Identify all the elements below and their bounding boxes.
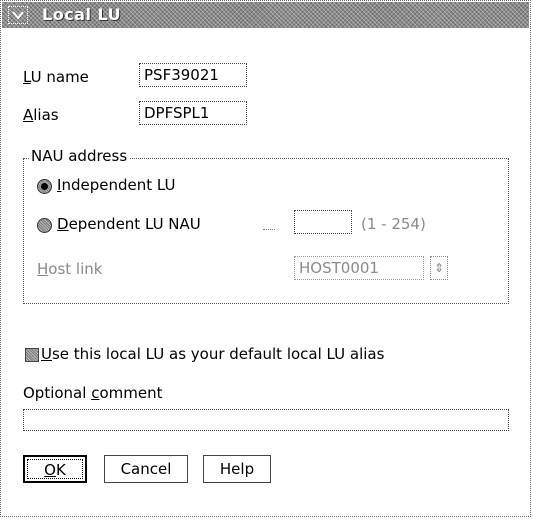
dependent-leader-dots xyxy=(263,229,275,231)
nau-address-group-title: NAU address xyxy=(29,147,130,165)
comment-label-rest: omment xyxy=(99,384,163,402)
ok-button[interactable]: OK xyxy=(23,455,87,483)
alias-mnemonic: A xyxy=(23,106,34,124)
default-lu-mnemonic: U xyxy=(41,345,52,363)
default-lu-label-rest: se this local LU as your default local L… xyxy=(51,345,385,363)
lu-name-label-rest: U name xyxy=(30,68,89,86)
dependent-label-rest: ependent LU NAU xyxy=(68,215,201,233)
system-menu-icon[interactable] xyxy=(8,6,28,24)
dependent-lu-nau-label[interactable]: Dependent LU NAU xyxy=(57,215,201,233)
local-lu-dialog: Local LU LU name PSF39021 Alias DPFSPL1 … xyxy=(0,0,531,517)
title-bar: Local LU xyxy=(2,2,529,28)
lu-name-label: LU name xyxy=(23,68,89,86)
cancel-button[interactable]: Cancel xyxy=(104,455,188,483)
lu-name-mnemonic: L xyxy=(23,68,31,86)
comment-label-prefix: Optional xyxy=(23,384,92,402)
independent-lu-radio[interactable] xyxy=(37,179,52,194)
nau-range-text: (1 - 254) xyxy=(361,215,426,233)
ok-mnemonic: O xyxy=(44,461,56,479)
alias-label-rest: lias xyxy=(33,106,59,124)
window-title: Local LU xyxy=(42,5,122,24)
host-link-label: Host link xyxy=(37,260,102,278)
host-link-field: HOST0001 xyxy=(294,256,424,280)
alias-field[interactable]: DPFSPL1 xyxy=(139,101,247,125)
ok-label-rest: K xyxy=(55,461,66,479)
alias-label: Alias xyxy=(23,106,59,124)
independent-lu-label[interactable]: Independent LU xyxy=(57,176,175,194)
host-link-label-rest: ost link xyxy=(48,260,103,278)
dependent-lu-nau-radio[interactable] xyxy=(37,218,52,233)
default-lu-checkbox-label[interactable]: Use this local LU as your default local … xyxy=(41,345,384,363)
dependent-mnemonic: D xyxy=(57,215,69,233)
host-link-dropdown-icon: ⇕ xyxy=(430,256,448,280)
default-lu-checkbox[interactable] xyxy=(25,348,39,362)
dependent-nau-field[interactable] xyxy=(294,210,352,234)
independent-label-rest: ndependent LU xyxy=(61,176,176,194)
help-button[interactable]: Help xyxy=(203,455,271,483)
comment-label: Optional comment xyxy=(23,384,162,402)
comment-field[interactable] xyxy=(23,409,509,431)
host-link-mnemonic: H xyxy=(37,260,49,278)
lu-name-field[interactable]: PSF39021 xyxy=(139,63,247,87)
